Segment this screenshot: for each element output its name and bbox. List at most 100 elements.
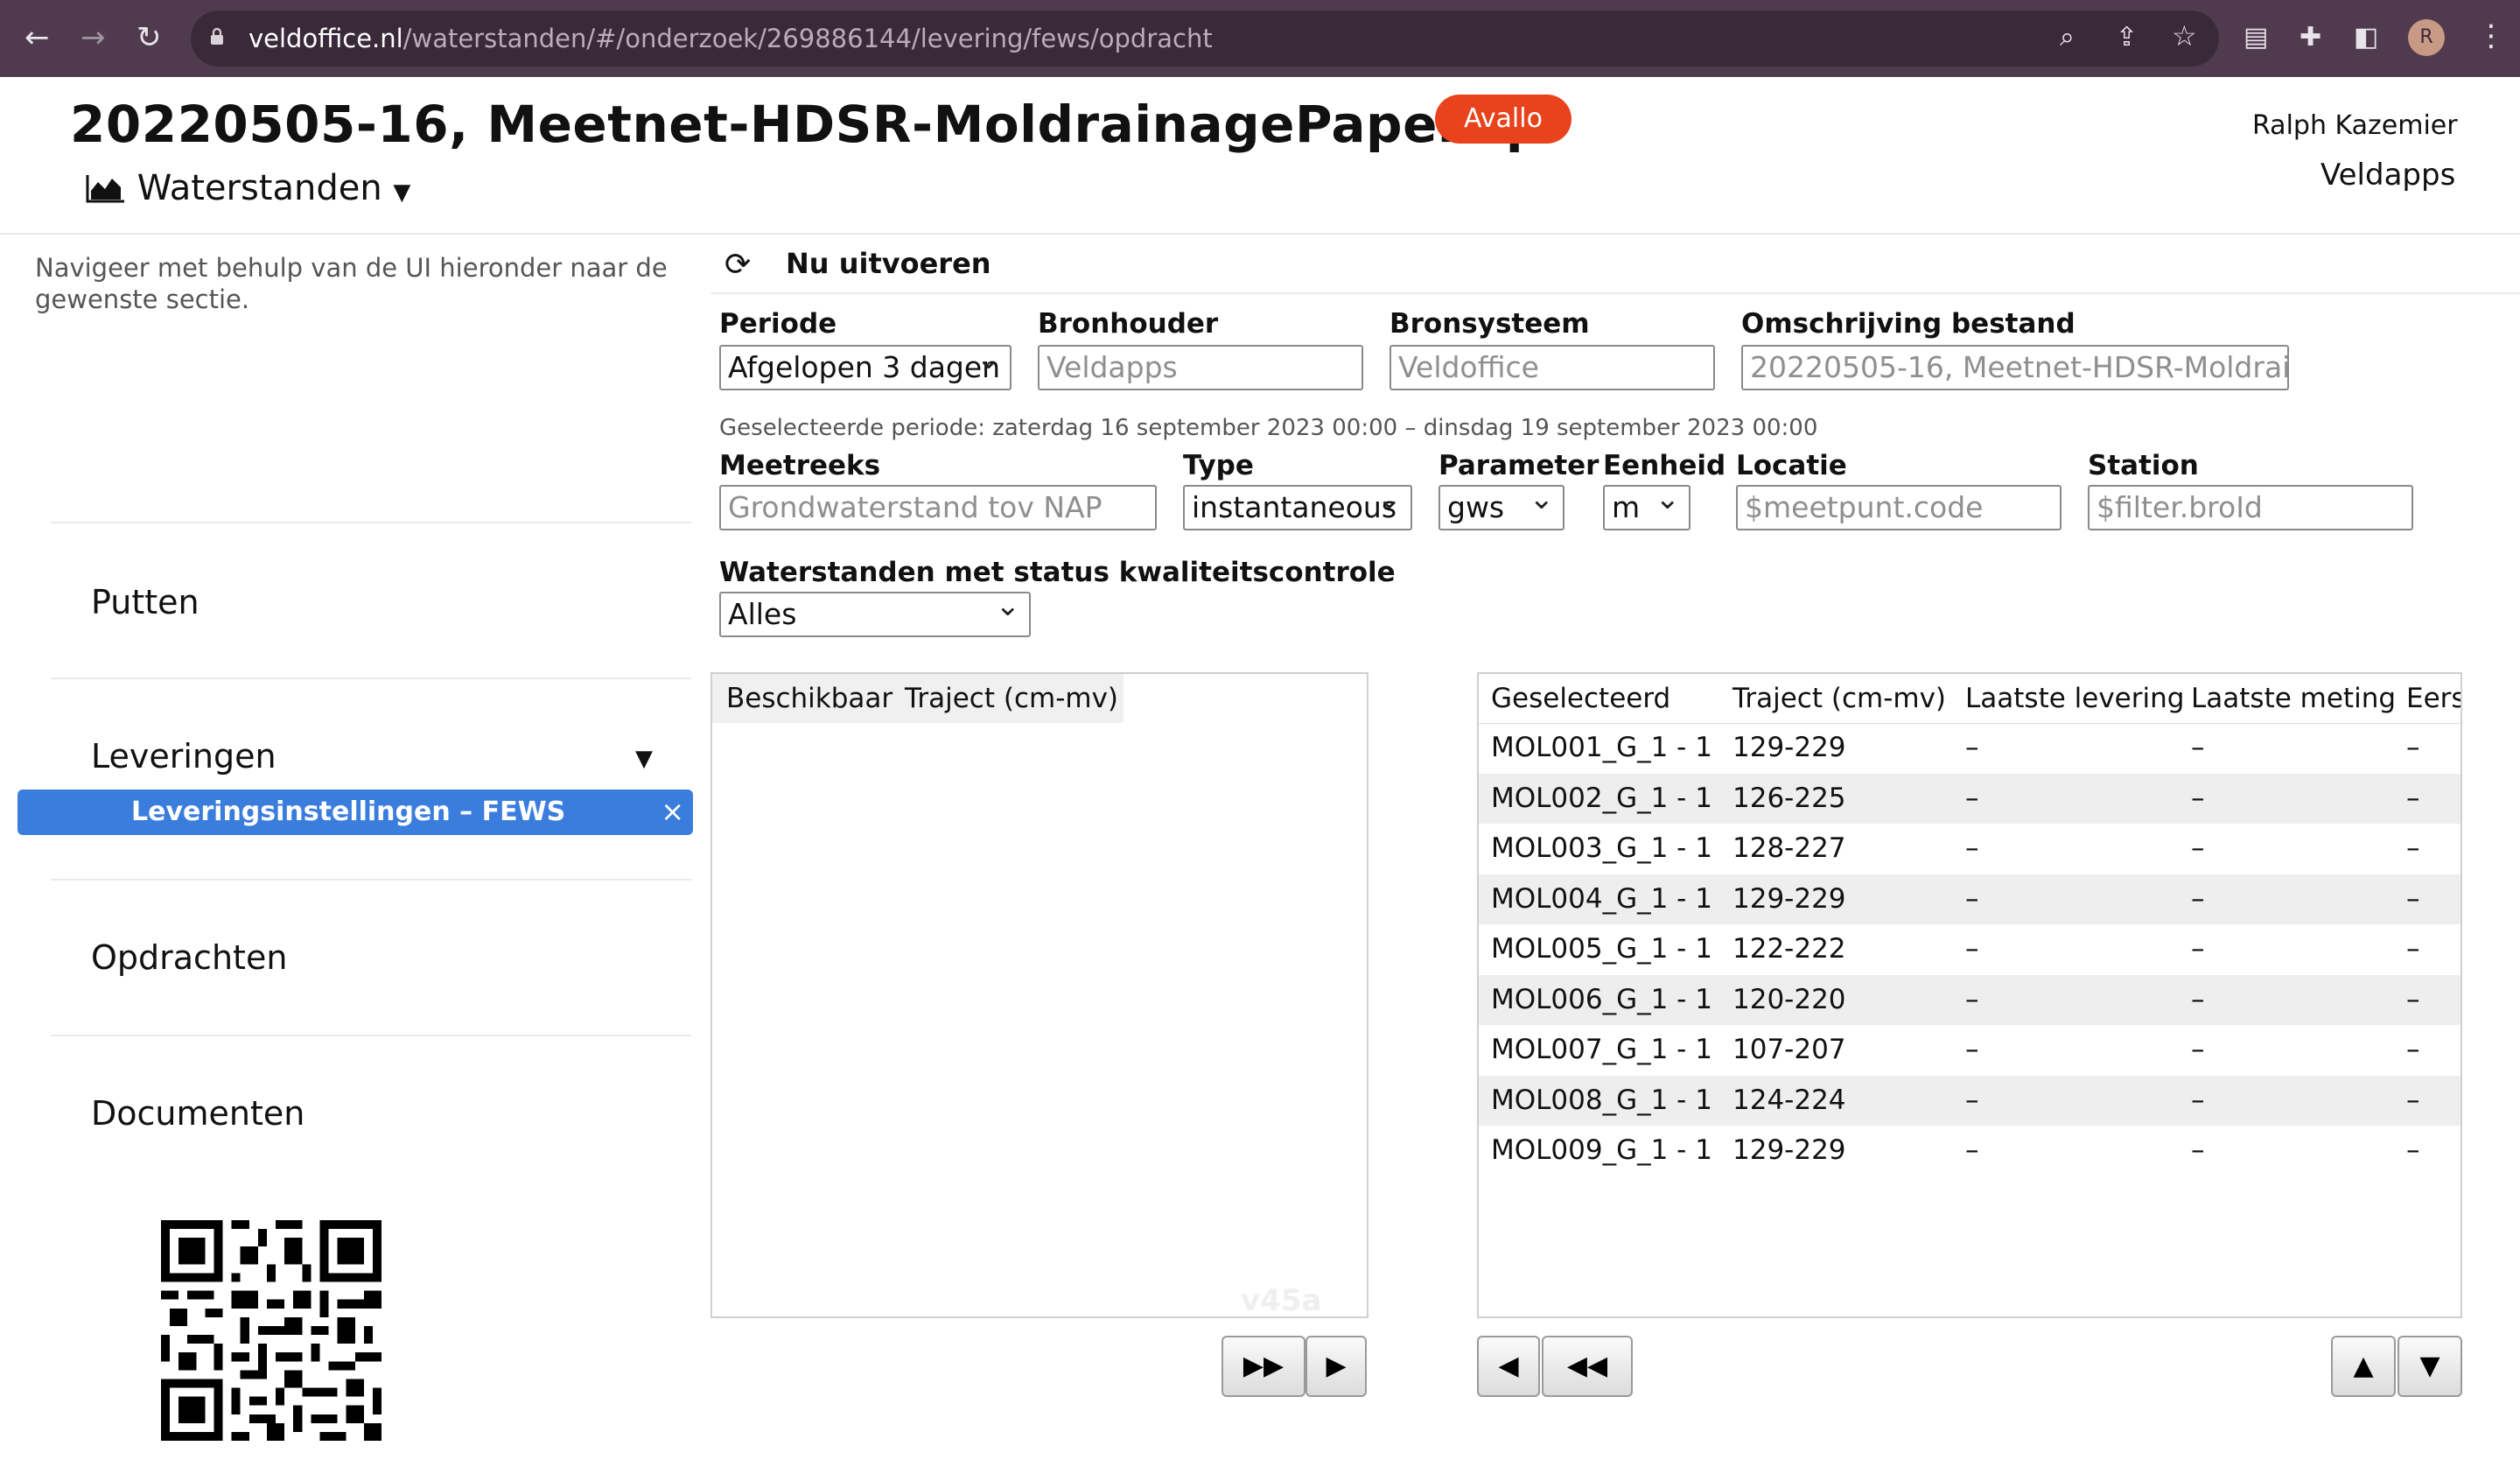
nav-subitem-leveringsinstellingen-fews[interactable]: Leveringsinstellingen – FEWS ×	[18, 790, 693, 835]
cell-traject: 129-229	[1732, 1134, 1846, 1166]
nav-item-opdrachten[interactable]: Opdrachten	[91, 938, 287, 977]
nav-item-documenten[interactable]: Documenten	[91, 1094, 304, 1133]
cell-laatste-levering: –	[1965, 933, 1979, 965]
periode-select[interactable]: Afgelopen 3 dagen	[719, 345, 1012, 390]
cell-traject: 126-225	[1732, 782, 1846, 814]
table-row[interactable]: MOL009_G_1 - 1 129-229 – – –	[1479, 1126, 2460, 1176]
selected-list[interactable]: Geselecteerd Traject (cm-mv) Laatste lev…	[1477, 672, 2462, 1318]
url-text[interactable]: veldoffice.nl/waterstanden/#/onderzoek/2…	[248, 22, 1213, 55]
table-row[interactable]: MOL003_G_1 - 1 128-227 – – –	[1479, 824, 2460, 874]
eenheid-label: Eenheid	[1603, 450, 1726, 481]
table-row[interactable]: MOL004_G_1 - 1 129-229 – – –	[1479, 874, 2460, 924]
table-row[interactable]: MOL006_G_1 - 1 120-220 – – –	[1479, 974, 2460, 1025]
meetreeks-input[interactable]: Grondwaterstand tov NAP	[719, 485, 1157, 530]
url-path: /waterstanden/#/onderzoek/269886144/leve…	[402, 24, 1213, 53]
type-select[interactable]: instantaneous	[1183, 485, 1412, 530]
kwaliteit-label: Waterstanden met status kwaliteitscontro…	[719, 557, 1396, 588]
table-row[interactable]: MOL002_G_1 - 1 126-225 – – –	[1479, 773, 2460, 824]
browser-toolbar: ← → ↻ veldoffice.nl/waterstanden/#/onder…	[0, 0, 2520, 77]
cell-laatste-meting: –	[2191, 732, 2205, 763]
reload-icon[interactable]: ↻	[136, 23, 162, 53]
bronsysteem-input[interactable]: Veldoffice	[1390, 345, 1715, 390]
cell-geselecteerd: MOL003_G_1 - 1	[1491, 832, 1712, 864]
cell-laatste-levering: –	[1965, 782, 1979, 814]
omschrijving-input[interactable]: 20220505-16, Meetnet-HDSR-Moldrainag	[1741, 345, 2289, 390]
move-down-button[interactable]: ▼	[2398, 1336, 2462, 1397]
add-all-button[interactable]: ▶▶	[1222, 1336, 1306, 1397]
station-input[interactable]: $filter.broId	[2088, 485, 2413, 530]
column-header-laatste-levering[interactable]: Laatste levering	[1965, 683, 2184, 714]
extensions-icon[interactable]: ✚	[2300, 23, 2321, 53]
cell-traject: 120-220	[1732, 983, 1846, 1015]
section-dropdown[interactable]: Waterstanden ▼	[86, 168, 410, 208]
periode-label: Periode	[719, 308, 837, 340]
forward-icon[interactable]: →	[80, 23, 106, 53]
organization-name[interactable]: Veldapps	[2320, 158, 2455, 193]
cell-laatste-levering: –	[1965, 983, 1979, 1015]
cell-traject: 124-224	[1732, 1084, 1846, 1116]
cell-laatste-meting: –	[2191, 983, 2205, 1015]
available-list[interactable]: Beschikbaar Traject (cm-mv)	[710, 672, 1368, 1318]
remove-one-button[interactable]: ◀	[1477, 1336, 1540, 1397]
cell-geselecteerd: MOL005_G_1 - 1	[1491, 933, 1712, 965]
area-chart-icon	[86, 175, 124, 203]
caret-down-icon[interactable]: ▼	[635, 746, 653, 772]
cell-eerste: –	[2406, 832, 2420, 864]
column-header-traject[interactable]: Traject (cm-mv)	[905, 683, 1118, 714]
refresh-icon[interactable]: ⟳	[724, 247, 751, 283]
cell-laatste-meting: –	[2191, 1134, 2205, 1166]
eenheid-select[interactable]: m	[1603, 485, 1690, 530]
cell-geselecteerd: MOL006_G_1 - 1	[1491, 983, 1712, 1015]
add-one-button[interactable]: ▶	[1306, 1336, 1367, 1397]
locatie-input[interactable]: $meetpunt.code	[1736, 485, 2062, 530]
zoom-icon[interactable]: ⌕	[2060, 23, 2075, 53]
omschrijving-label: Omschrijving bestand	[1741, 308, 2076, 340]
cell-laatste-meting: –	[2191, 1084, 2205, 1116]
move-up-button[interactable]: ▲	[2331, 1336, 2396, 1397]
cell-geselecteerd: MOL004_G_1 - 1	[1491, 882, 1712, 915]
kebab-menu-icon[interactable]: ⋮	[2476, 21, 2506, 51]
column-header-laatste-meting[interactable]: Laatste meting	[2191, 683, 2396, 714]
column-header-beschikbaar[interactable]: Beschikbaar	[726, 683, 892, 714]
cell-laatste-levering: –	[1965, 1084, 1979, 1116]
cell-laatste-meting: –	[2191, 782, 2205, 814]
column-header-eerste[interactable]: Eers	[2406, 683, 2460, 714]
station-label: Station	[2088, 450, 2199, 481]
cell-laatste-levering: –	[1965, 732, 1979, 763]
lock-icon	[211, 28, 223, 45]
cell-geselecteerd: MOL008_G_1 - 1	[1491, 1084, 1712, 1116]
parameter-select[interactable]: gws	[1438, 485, 1564, 530]
profile-avatar[interactable]: R	[2408, 19, 2445, 56]
remove-all-button[interactable]: ◀◀	[1542, 1336, 1633, 1397]
kwaliteit-select[interactable]: Alles	[719, 592, 1031, 637]
cell-eerste: –	[2406, 983, 2420, 1015]
back-icon[interactable]: ←	[24, 23, 50, 53]
nav-item-putten[interactable]: Putten	[91, 583, 200, 621]
cell-laatste-meting: –	[2191, 933, 2205, 965]
toolbar-divider	[710, 292, 2520, 294]
table-row[interactable]: MOL008_G_1 - 1 124-224 – – –	[1479, 1075, 2460, 1126]
close-icon[interactable]: ×	[661, 795, 684, 828]
table-row[interactable]: MOL001_G_1 - 1 129-229 – – –	[1479, 723, 2460, 774]
page-title: 20220505-16, Meetnet-HDSR-MoldrainagePap…	[70, 95, 1543, 154]
run-now-button[interactable]: Nu uitvoeren	[786, 247, 991, 280]
bronhouder-input[interactable]: Veldapps	[1038, 345, 1363, 390]
share-icon[interactable]: ⇪	[2116, 23, 2138, 53]
user-name[interactable]: Ralph Kazemier	[2252, 110, 2458, 141]
table-row[interactable]: MOL005_G_1 - 1 122-222 – – –	[1479, 924, 2460, 975]
cell-eerste: –	[2406, 732, 2420, 763]
reader-mode-icon[interactable]: ▤	[2244, 23, 2268, 53]
side-panel-icon[interactable]: ◧	[2354, 23, 2378, 53]
nav-divider	[51, 522, 691, 523]
column-header-traject[interactable]: Traject (cm-mv)	[1732, 683, 1946, 714]
nav-item-leveringen[interactable]: Leveringen	[91, 737, 276, 776]
cell-laatste-meting: –	[2191, 832, 2205, 864]
column-header-geselecteerd[interactable]: Geselecteerd	[1491, 683, 1670, 714]
cell-traject: 129-229	[1732, 882, 1846, 915]
table-row[interactable]: MOL007_G_1 - 1 107-207 – – –	[1479, 1025, 2460, 1076]
cell-geselecteerd: MOL001_G_1 - 1	[1491, 732, 1712, 763]
type-label: Type	[1183, 450, 1254, 481]
url-host: veldoffice.nl	[248, 24, 403, 53]
bookmark-star-icon[interactable]: ☆	[2172, 21, 2197, 51]
locatie-label: Locatie	[1736, 450, 1847, 481]
